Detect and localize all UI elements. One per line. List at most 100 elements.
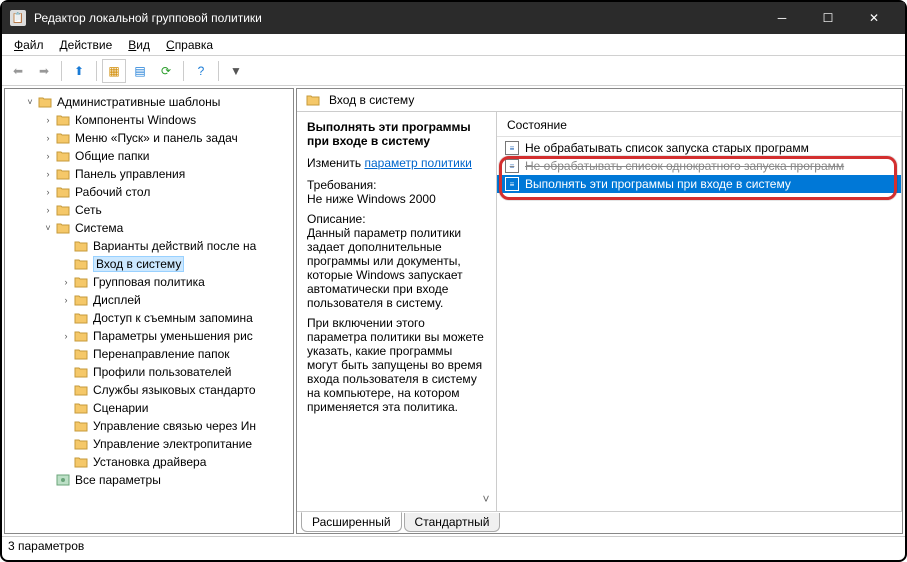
menubar: Файл Действие Вид Справка [2,34,905,56]
details-title-text: Вход в систему [329,93,414,107]
folder-icon [73,347,89,361]
collapse-icon[interactable]: ˅ [23,97,37,107]
expand-icon[interactable]: › [41,169,55,179]
folder-icon [73,275,89,289]
list-item-selected[interactable]: ≡ Выполнять эти программы при входе в си… [497,175,901,193]
folder-icon [305,93,321,107]
policy-name: Выполнять эти программы при входе в сист… [307,120,486,148]
expand-icon[interactable]: › [41,205,55,215]
policy-icon: ≡ [505,159,519,173]
requirements-value: Не ниже Windows 2000 [307,192,436,206]
tree-item[interactable]: ›Параметры уменьшения рис [5,327,293,345]
help-button[interactable]: ? [189,59,213,83]
collapse-icon[interactable]: ˅ [41,223,55,233]
tree-item[interactable]: Перенаправление папок [5,345,293,363]
column-state: Состояние [507,118,567,132]
folder-icon [73,257,89,271]
folder-icon [73,329,89,343]
expand-icon[interactable]: › [41,187,55,197]
menu-file[interactable]: Файл [6,36,52,54]
folder-icon [73,311,89,325]
tree-system[interactable]: ˅ Система [5,219,293,237]
description-text: Данный параметр политики задает дополнит… [307,226,463,310]
folder-icon [37,95,53,109]
tree-all-settings[interactable]: Все параметры [5,471,293,489]
filter-button[interactable]: ▼ [224,59,248,83]
tree-item[interactable]: Управление связью через Ин [5,417,293,435]
scroll-down-icon[interactable]: ˅ [478,489,494,509]
tree-item[interactable]: Сценарии [5,399,293,417]
settings-icon [55,473,71,487]
tree-root[interactable]: ˅ Административные шаблоны [5,93,293,111]
edit-policy-link[interactable]: параметр политики [364,156,471,170]
tree-label: Сценарии [93,401,148,415]
tree-label: Сеть [75,203,102,217]
folder-icon [73,383,89,397]
folder-icon [73,437,89,451]
minimize-button[interactable]: ─ [759,2,805,34]
up-button[interactable]: ⬆ [67,59,91,83]
expand-icon[interactable]: › [41,115,55,125]
expand-icon[interactable]: › [59,331,73,341]
tree-item[interactable]: Установка драйвера [5,453,293,471]
tree-label: Вход в систему [93,256,184,272]
back-button[interactable]: ⬅ [6,59,30,83]
properties-button[interactable]: ▦ [102,59,126,83]
tree-label: Все параметры [75,473,161,487]
status-text: 3 параметров [8,539,84,553]
expand-icon[interactable]: › [59,295,73,305]
tree-item[interactable]: Варианты действий после на [5,237,293,255]
expand-icon[interactable]: › [41,151,55,161]
folder-icon [55,113,71,127]
forward-button[interactable]: ➡ [32,59,56,83]
folder-icon [73,401,89,415]
tree-item[interactable]: › Сеть [5,201,293,219]
tree-label: Административные шаблоны [57,95,220,109]
description-pane: Выполнять эти программы при входе в сист… [297,112,497,511]
tab-extended[interactable]: Расширенный [301,512,402,532]
details-pane: Вход в систему Выполнять эти программы п… [296,88,903,534]
tree[interactable]: ˅ Административные шаблоны ›Компоненты W… [5,89,293,533]
titlebar: 📋 Редактор локальной групповой политики … [2,2,905,34]
folder-icon [73,239,89,253]
tree-item[interactable]: ›Групповая политика [5,273,293,291]
list-item[interactable]: ≡ Не обрабатывать список однократного за… [497,157,901,175]
menu-view[interactable]: Вид [120,36,158,54]
tree-pane: ˅ Административные шаблоны ›Компоненты W… [4,88,294,534]
toolbar-separator [183,61,184,81]
description-label: Описание: [307,212,366,226]
expand-icon[interactable]: › [41,133,55,143]
tree-item[interactable]: ›Рабочий стол [5,183,293,201]
policy-icon: ≡ [505,177,519,191]
tree-item[interactable]: ›Компоненты Windows [5,111,293,129]
tree-item[interactable]: ›Общие папки [5,147,293,165]
list-item[interactable]: ≡ Не обрабатывать список запуска старых … [497,139,901,157]
close-button[interactable]: ✕ [851,2,897,34]
tree-label: Профили пользователей [93,365,231,379]
maximize-button[interactable]: ☐ [805,2,851,34]
menu-help[interactable]: Справка [158,36,221,54]
tree-label: Перенаправление папок [93,347,230,361]
statusbar: 3 параметров [2,536,905,556]
tree-item-selected[interactable]: Вход в систему [5,255,293,273]
settings-list-pane: Состояние ≡ Не обрабатывать список запус… [497,112,902,511]
tree-item[interactable]: Управление электропитание [5,435,293,453]
expand-icon[interactable]: › [59,277,73,287]
tree-item[interactable]: › Меню «Пуск» и панель задач [5,129,293,147]
tree-label: Панель управления [75,167,185,181]
tree-item[interactable]: › Панель управления [5,165,293,183]
refresh-button[interactable]: ⟳ [154,59,178,83]
tree-item[interactable]: Службы языковых стандарто [5,381,293,399]
tab-standard[interactable]: Стандартный [404,513,501,532]
folder-icon [55,185,71,199]
tree-item[interactable]: Профили пользователей [5,363,293,381]
tree-label: Установка драйвера [93,455,206,469]
export-button[interactable]: ▤ [128,59,152,83]
tree-label: Меню «Пуск» и панель задач [75,131,238,145]
tree-item[interactable]: Доступ к съемным запомина [5,309,293,327]
tree-item[interactable]: ›Дисплей [5,291,293,309]
list-header[interactable]: Состояние [497,112,901,137]
menu-action[interactable]: Действие [52,36,121,54]
folder-icon [55,167,71,181]
tree-label: Варианты действий после на [93,239,256,253]
